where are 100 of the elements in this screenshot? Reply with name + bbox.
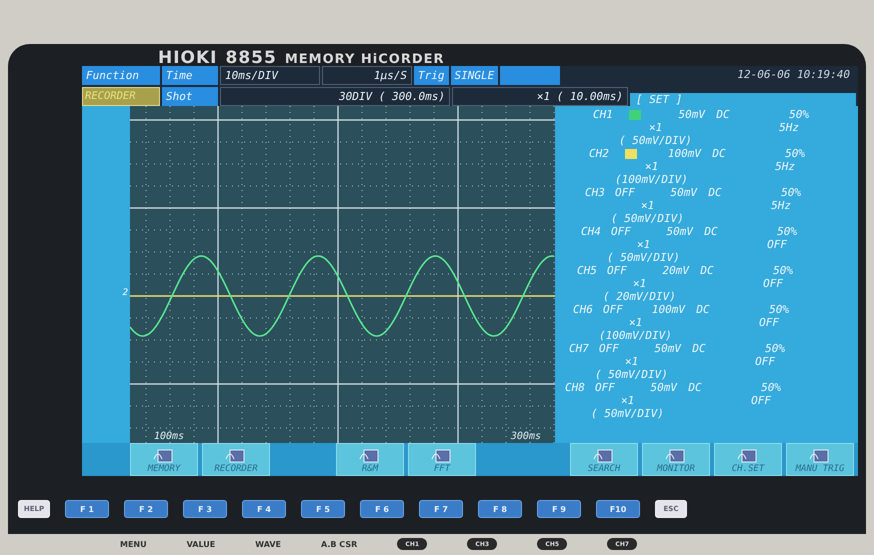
function-key[interactable]: F 7 bbox=[419, 500, 463, 518]
window-icon bbox=[593, 449, 615, 464]
channel-status[interactable]: OFF bbox=[611, 225, 641, 238]
softkey[interactable]: MANU TRIG bbox=[786, 443, 854, 476]
channel-filter[interactable]: OFF bbox=[653, 277, 783, 290]
function-value[interactable]: RECORDER bbox=[82, 87, 160, 106]
channel-range[interactable]: 20mV bbox=[637, 264, 689, 277]
channel-filter[interactable]: OFF bbox=[657, 238, 787, 251]
channel-multiplier[interactable]: ×1 bbox=[621, 394, 641, 407]
function-key[interactable]: F 1 bbox=[65, 500, 109, 518]
function-key[interactable]: F 8 bbox=[478, 500, 522, 518]
channel-coupling[interactable]: DC bbox=[693, 225, 729, 238]
channel-per-division: (100mV/DIV) bbox=[615, 173, 688, 186]
channel-per-division: ( 50mV/DIV) bbox=[607, 251, 680, 264]
window-icon bbox=[359, 449, 381, 464]
channel-position[interactable]: 50% bbox=[737, 147, 805, 160]
channel-multiplier[interactable]: ×1 bbox=[629, 316, 649, 329]
channel-position[interactable]: 50% bbox=[717, 342, 785, 355]
channel-filter[interactable]: 5Hz bbox=[665, 160, 795, 173]
channel-multiplier[interactable]: ×1 bbox=[637, 238, 657, 251]
panel-label: WAVE bbox=[255, 540, 282, 548]
channel-range[interactable]: 50mV bbox=[629, 342, 681, 355]
channel-position[interactable]: 50% bbox=[725, 264, 793, 277]
channel-marker: 2 bbox=[122, 288, 128, 298]
softkey[interactable]: MEMORY bbox=[130, 443, 198, 476]
channel-position[interactable]: 50% bbox=[741, 108, 809, 121]
time-division[interactable]: 10ms/DIV bbox=[220, 66, 320, 85]
channel-status[interactable]: OFF bbox=[603, 303, 633, 316]
channel-coupling[interactable]: DC bbox=[681, 342, 717, 355]
channel-coupling[interactable]: DC bbox=[685, 303, 721, 316]
product-name: MEMORY HiCORDER bbox=[284, 52, 445, 67]
channel-coupling[interactable]: DC bbox=[701, 147, 737, 160]
channel-filter[interactable]: OFF bbox=[645, 355, 775, 368]
channel-multiplier[interactable]: ×1 bbox=[645, 160, 665, 173]
channel-range[interactable]: 50mV bbox=[641, 225, 693, 238]
channel-multiplier[interactable]: ×1 bbox=[633, 277, 653, 290]
zoom-factor[interactable]: ×1 ( 10.00ms) bbox=[452, 87, 628, 106]
window-icon bbox=[431, 449, 453, 464]
window-icon bbox=[809, 449, 831, 464]
channel-name[interactable]: CH2 bbox=[589, 147, 619, 160]
channel-range[interactable]: 50mV bbox=[645, 186, 697, 199]
channel-position[interactable]: 50% bbox=[729, 225, 797, 238]
channel-per-division: (100mV/DIV) bbox=[599, 329, 672, 342]
channel-name[interactable]: CH6 bbox=[573, 303, 603, 316]
function-key[interactable]: F 9 bbox=[537, 500, 581, 518]
channel-range[interactable]: 50mV bbox=[625, 381, 677, 394]
softkey[interactable]: R&M bbox=[336, 443, 404, 476]
channel-range[interactable]: 50mV bbox=[653, 108, 705, 121]
window-icon bbox=[225, 449, 247, 464]
trig-mode[interactable]: SINGLE bbox=[450, 66, 498, 85]
channel-name[interactable]: CH1 bbox=[593, 108, 623, 121]
channel-status[interactable]: OFF bbox=[599, 342, 629, 355]
channel-name[interactable]: CH4 bbox=[581, 225, 611, 238]
window-icon bbox=[737, 449, 759, 464]
softkey[interactable]: RECORDER bbox=[202, 443, 270, 476]
shot-length[interactable]: 30DIV ( 300.0ms) bbox=[220, 87, 450, 106]
channel-position[interactable]: 50% bbox=[733, 186, 801, 199]
channel-name[interactable]: CH8 bbox=[565, 381, 595, 394]
channel-name[interactable]: CH7 bbox=[569, 342, 599, 355]
channel-status[interactable]: OFF bbox=[615, 186, 645, 199]
channel-per-division: ( 50mV/DIV) bbox=[591, 407, 664, 420]
channel-name[interactable]: CH3 bbox=[585, 186, 615, 199]
function-key[interactable]: F 6 bbox=[360, 500, 404, 518]
time-label: Time bbox=[162, 66, 218, 85]
panel-label: MENU bbox=[120, 540, 147, 548]
channel-name[interactable]: CH5 bbox=[577, 264, 607, 277]
function-key[interactable]: F 2 bbox=[124, 500, 168, 518]
function-key[interactable]: F 3 bbox=[183, 500, 227, 518]
time-start-label: 100ms bbox=[154, 431, 184, 442]
channel-coupling[interactable]: DC bbox=[689, 264, 725, 277]
function-key[interactable]: F 4 bbox=[242, 500, 286, 518]
channel-position[interactable]: 50% bbox=[721, 303, 789, 316]
channel-range[interactable]: 100mV bbox=[649, 147, 701, 160]
channel-status[interactable]: OFF bbox=[595, 381, 625, 394]
channel-coupling[interactable]: DC bbox=[705, 108, 741, 121]
function-key[interactable]: F 5 bbox=[301, 500, 345, 518]
channel-coupling[interactable]: DC bbox=[677, 381, 713, 394]
channel-multiplier[interactable]: ×1 bbox=[641, 199, 661, 212]
channel-per-division: ( 50mV/DIV) bbox=[595, 368, 668, 381]
channel-per-division: ( 20mV/DIV) bbox=[603, 290, 676, 303]
panel-title: [ SET ] bbox=[630, 93, 856, 106]
channel-multiplier[interactable]: ×1 bbox=[625, 355, 645, 368]
channel-per-division: ( 50mV/DIV) bbox=[611, 212, 684, 225]
softkey[interactable]: MONITOR bbox=[642, 443, 710, 476]
function-key[interactable]: F10 bbox=[596, 500, 640, 518]
sampling-rate[interactable]: 1µs/S bbox=[322, 66, 412, 85]
channel-filter[interactable]: 5Hz bbox=[661, 199, 791, 212]
channel-range[interactable]: 100mV bbox=[633, 303, 685, 316]
channel-filter[interactable]: 5Hz bbox=[669, 121, 799, 134]
panel-label: A.B CSR bbox=[321, 540, 358, 548]
channel-filter[interactable]: OFF bbox=[641, 394, 771, 407]
channel-position[interactable]: 50% bbox=[713, 381, 781, 394]
channel-filter[interactable]: OFF bbox=[649, 316, 779, 329]
softkey[interactable]: FFT bbox=[408, 443, 476, 476]
time-end-label: 300ms bbox=[510, 431, 541, 442]
channel-coupling[interactable]: DC bbox=[697, 186, 733, 199]
softkey[interactable]: SEARCH bbox=[570, 443, 638, 476]
channel-multiplier[interactable]: ×1 bbox=[649, 121, 669, 134]
channel-status[interactable]: OFF bbox=[607, 264, 637, 277]
softkey[interactable]: CH.SET bbox=[714, 443, 782, 476]
